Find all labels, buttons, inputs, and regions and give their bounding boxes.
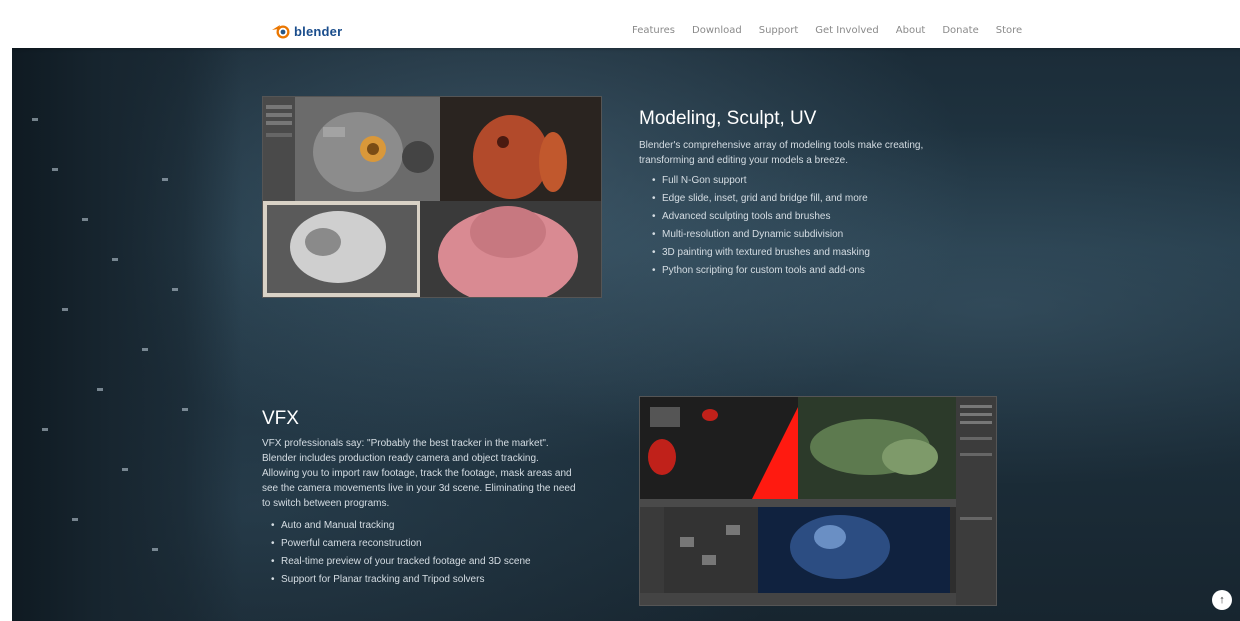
vfx-tracker-image (640, 397, 996, 605)
background-building (12, 48, 242, 621)
nav-store[interactable]: Store (996, 25, 1022, 36)
nav-donate[interactable]: Donate (942, 25, 978, 36)
vfx-feature-list: Auto and Manual tracking Powerful camera… (269, 517, 589, 589)
modeling-collage-image (263, 97, 601, 297)
vfx-description: VFX professionals say: "Probably the bes… (262, 438, 576, 509)
main-nav: Features Download Support Get Involved A… (632, 12, 1039, 48)
list-item: Python scripting for custom tools and ad… (650, 262, 950, 280)
list-item: Auto and Manual tracking (269, 517, 589, 535)
list-item: 3D painting with textured brushes and ma… (650, 244, 950, 262)
logo-text: blender (294, 23, 343, 39)
list-item: Full N-Gon support (650, 172, 950, 190)
modeling-title: Modeling, Sculpt, UV (639, 108, 817, 129)
list-item: Multi-resolution and Dynamic subdivision (650, 226, 950, 244)
modeling-description: Blender's comprehensive array of modelin… (639, 140, 924, 166)
arrow-up-icon: ↑ (1219, 594, 1225, 606)
list-item: Real-time preview of your tracked footag… (269, 553, 589, 571)
list-item: Advanced sculpting tools and brushes (650, 208, 950, 226)
page-frame: blender Features Download Support Get In… (12, 12, 1240, 621)
features-hero: Modeling, Sculpt, UV Blender's comprehen… (12, 48, 1240, 621)
modeling-screenshot (262, 96, 602, 298)
vfx-title: VFX (262, 408, 299, 429)
list-item: Edge slide, inset, grid and bridge fill,… (650, 190, 950, 208)
blender-logo[interactable]: blender (270, 21, 342, 41)
nav-features[interactable]: Features (632, 25, 675, 36)
scroll-to-top-button[interactable]: ↑ (1212, 590, 1232, 610)
blender-logo-icon (272, 25, 290, 39)
modeling-feature-list: Full N-Gon support Edge slide, inset, gr… (650, 172, 950, 280)
nav-download[interactable]: Download (692, 25, 742, 36)
nav-about[interactable]: About (896, 25, 926, 36)
list-item: Powerful camera reconstruction (269, 535, 589, 553)
vfx-screenshot (639, 396, 997, 606)
site-header: blender Features Download Support Get In… (12, 12, 1240, 48)
nav-get-involved[interactable]: Get Involved (815, 25, 879, 36)
nav-support[interactable]: Support (759, 25, 799, 36)
list-item: Support for Planar tracking and Tripod s… (269, 571, 589, 589)
